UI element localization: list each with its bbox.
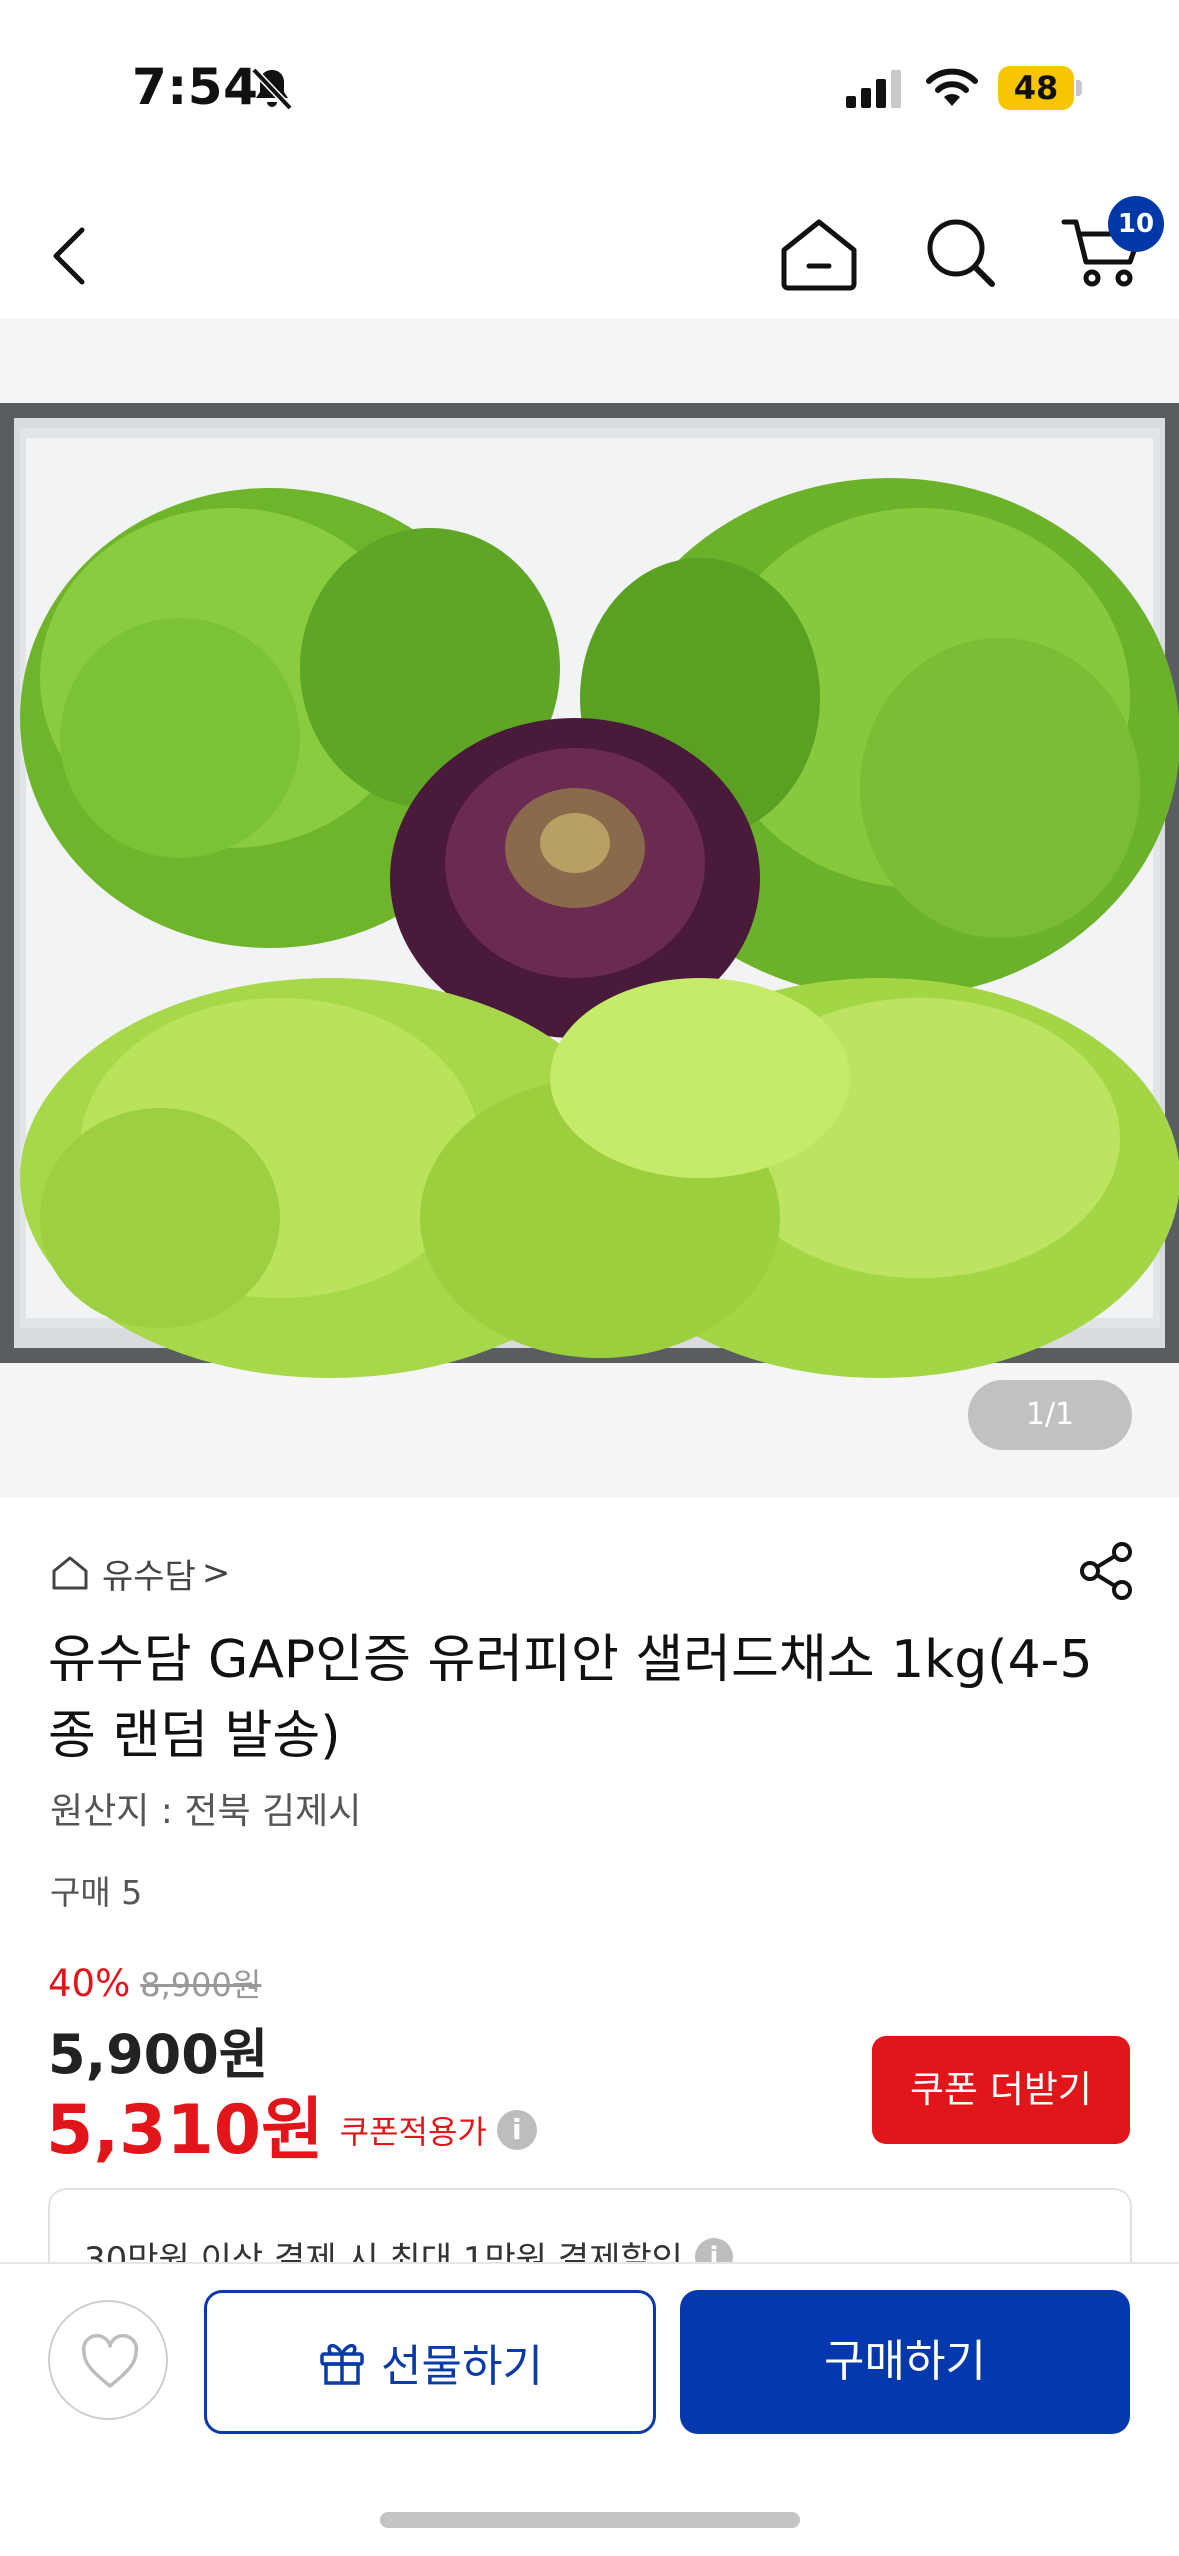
coupon-price: 5,310원 xyxy=(46,2091,324,2170)
chevron-right-icon: > xyxy=(201,1553,231,1593)
cart-count-badge: 10 xyxy=(1108,196,1164,252)
discount-row: 40% 8,900원 xyxy=(48,1960,261,2006)
original-price: 8,900원 xyxy=(140,1966,262,2004)
buy-button[interactable]: 구매하기 xyxy=(680,2290,1130,2434)
status-bar: 7:54 48 xyxy=(0,0,1179,170)
product-origin: 원산지 : 전북 김제시 xyxy=(50,1791,362,1832)
coupon-note: 쿠폰적용가 xyxy=(339,2112,487,2151)
chevron-left-icon[interactable] xyxy=(44,220,104,292)
info-icon[interactable]: i xyxy=(496,2109,537,2150)
heart-icon xyxy=(81,2334,139,2388)
bell-muted-icon xyxy=(251,67,293,111)
gift-button-label: 선물하기 xyxy=(381,2341,543,2392)
status-time: 7:54 xyxy=(132,58,259,116)
battery-level: 48 xyxy=(1013,69,1059,107)
cellular-signal-icon xyxy=(846,70,901,108)
coupon-price-row: 5,310원 쿠폰적용가 i xyxy=(46,2074,537,2173)
brand-name: 유수담 xyxy=(102,1556,196,1597)
battery-icon: 48 xyxy=(998,66,1082,110)
purchase-count: 구매 5 xyxy=(50,1873,143,1912)
gift-icon xyxy=(320,2344,364,2385)
share-icon[interactable] xyxy=(1076,1540,1136,1602)
product-title: 유수담 GAP인증 유러피안 샐러드채소 1kg(4-5종 랜덤 발송) xyxy=(48,1630,1093,1766)
top-navigation xyxy=(0,190,1179,310)
lettuce-box-image xyxy=(0,403,1179,1378)
product-detail-page: 7:54 48 10 1/1 유수담 > 유수담 GAP인증 유러피안 샐러드채… xyxy=(0,0,1179,2556)
coupon-download-button[interactable]: 쿠폰 더받기 xyxy=(872,2036,1130,2144)
image-counter: 1/1 xyxy=(968,1380,1132,1450)
like-button[interactable] xyxy=(48,2300,168,2420)
home-indicator[interactable] xyxy=(380,2512,800,2528)
home-icon[interactable] xyxy=(776,216,862,294)
wifi-icon xyxy=(926,68,978,106)
brand-link[interactable]: 유수담 > xyxy=(50,1548,230,1598)
gift-button[interactable]: 선물하기 xyxy=(204,2290,656,2434)
discount-rate: 40% xyxy=(48,1962,131,2005)
product-image[interactable] xyxy=(0,318,1179,1498)
search-icon[interactable] xyxy=(920,212,1000,292)
store-home-icon xyxy=(52,1556,88,1590)
